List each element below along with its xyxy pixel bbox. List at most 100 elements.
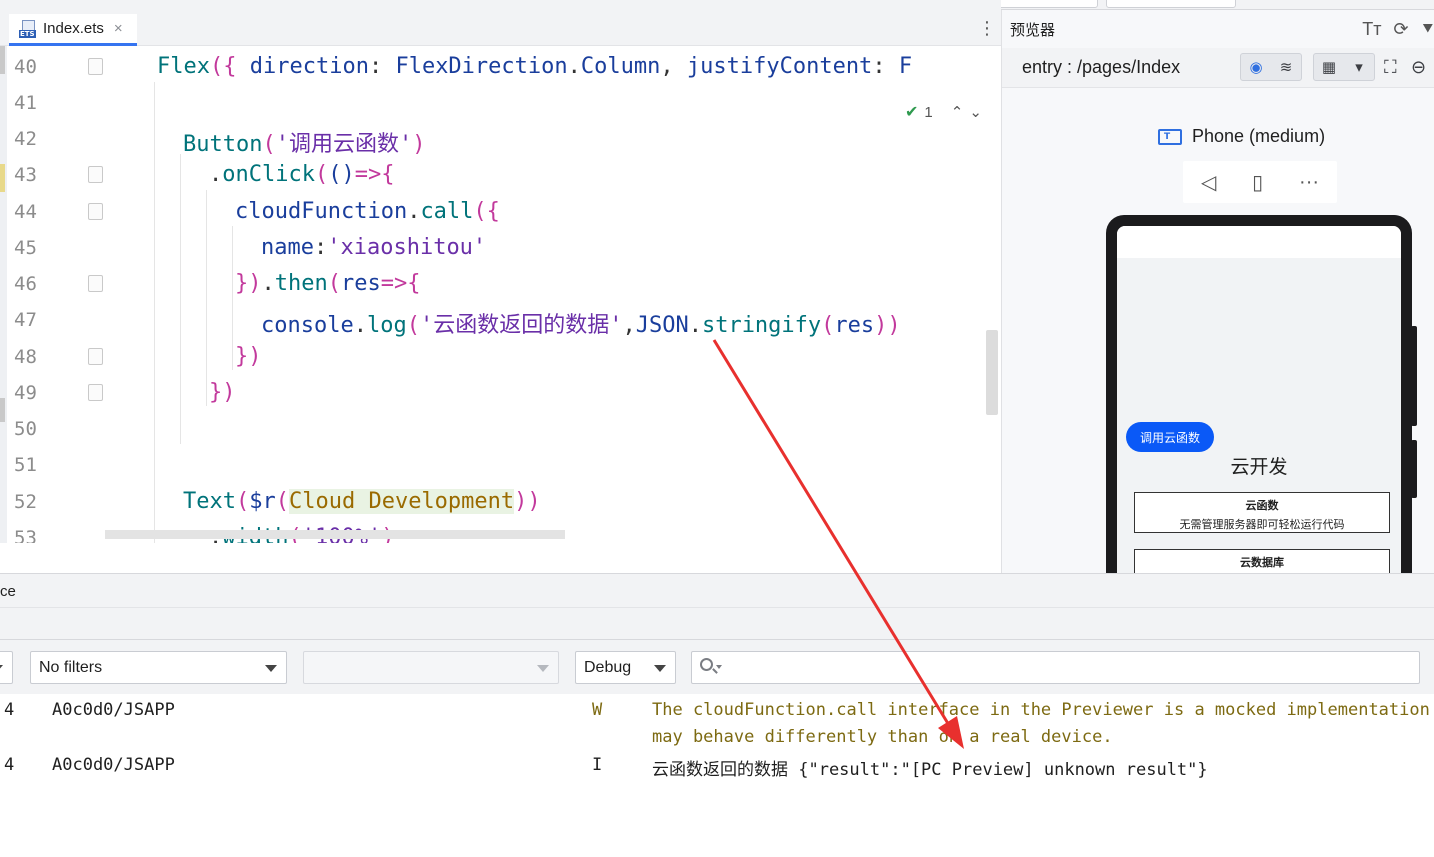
call-cloud-function-button[interactable]: 调用云函数 [1126, 422, 1214, 452]
log-search-input[interactable] [691, 651, 1420, 684]
phone-device-icon: T [1158, 128, 1182, 145]
code-text: Text($r(Cloud Development)) [183, 489, 541, 514]
code-line: 50 [0, 410, 1001, 446]
chevron-down-icon[interactable]: ▾ [1344, 54, 1374, 80]
phone-frame: 调用云函数 云开发 云函数 无需管理服务器即可轻松运行代码 云数据库 [1106, 215, 1412, 573]
device-combo[interactable] [0, 651, 13, 684]
line-number: 44 [14, 201, 37, 223]
code-line: 51 [0, 446, 1001, 482]
code-line: 42 Button('调用云函数') [0, 120, 1001, 157]
code-text: }) [235, 344, 262, 369]
log-filter-bar: No filters Debug [0, 640, 1434, 694]
chevron-down-icon [654, 665, 666, 672]
log-level-value: Debug [584, 658, 632, 676]
tab-index-ets[interactable]: ETS Index.ets × [9, 14, 137, 46]
fold-marker[interactable] [88, 275, 103, 292]
filter-select[interactable]: No filters [30, 651, 287, 684]
feature-title: 云数据库 [1240, 557, 1284, 569]
vertical-scrollbar[interactable] [986, 330, 998, 415]
more-icon[interactable]: ··· [1299, 171, 1319, 194]
fold-marker[interactable] [88, 166, 103, 183]
line-number: 51 [14, 454, 37, 476]
device-controls: ◁ ▯ ··· [1183, 161, 1337, 203]
inspection-widget[interactable]: ✔ 1 ⌃ ⌄ [905, 101, 1001, 123]
line-number: 47 [14, 309, 37, 331]
page-path: entry : /pages/Index [1022, 57, 1181, 77]
process-select [303, 651, 559, 684]
code-line: 44 cloudFunction.call({ [0, 193, 1001, 229]
code-line: 49 }) [0, 374, 1001, 410]
horizontal-scrollbar[interactable] [105, 530, 565, 539]
more-vertical-icon[interactable]: ⋮ [978, 18, 996, 39]
code-line: 40 Flex({ direction: FlexDirection.Colum… [0, 48, 1001, 84]
fold-marker[interactable] [88, 348, 103, 365]
tab-label: Index.ets [43, 20, 104, 37]
fold-marker[interactable] [88, 384, 103, 401]
previewer-panel: 预览器 Tт ⟳ ⯆ entry : /pages/Index ◉ ≋ ▦ ▾ … [1001, 10, 1434, 573]
check-icon: ✔ [905, 104, 919, 121]
previewer-header: 预览器 Tт ⟳ ⯆ [1002, 10, 1434, 48]
zoom-out-icon[interactable]: ⊖ [1411, 57, 1426, 78]
device-selector-chip[interactable] [1106, 0, 1236, 8]
code-text: }).then(res=>{ [235, 271, 421, 296]
refresh-icon[interactable]: ⟳ [1394, 19, 1409, 40]
line-number: 40 [14, 56, 37, 78]
fit-screen-icon[interactable]: ⛶ [1384, 57, 1397, 78]
pin-icon[interactable]: ⯆ [1421, 19, 1434, 40]
chevron-down-icon [537, 665, 549, 672]
grid-icon[interactable]: ▦ [1314, 54, 1344, 80]
app-title: 云开发 [1230, 457, 1288, 478]
chevron-down-icon[interactable]: ⌄ [969, 103, 982, 121]
filter-value: No filters [39, 658, 103, 676]
inspector-icon[interactable]: ◉ [1241, 54, 1271, 80]
previewer-title: 预览器 [1010, 21, 1056, 39]
log-pid: 4 [4, 700, 15, 720]
feature-title: 云函数 [1245, 500, 1279, 512]
back-icon[interactable]: ◁ [1201, 170, 1216, 195]
previewer-toolbar: entry : /pages/Index ◉ ≋ ▦ ▾ ⛶ ⊖ [1002, 48, 1434, 88]
device-label: T Phone (medium) [1158, 126, 1325, 147]
log-output[interactable]: 4 A0c0d0/JSAPP W The cloudFunction.call … [0, 694, 1434, 857]
phone-side-button [1411, 440, 1417, 498]
close-icon[interactable]: × [114, 20, 123, 37]
search-history-caret-icon[interactable] [716, 665, 722, 669]
code-line: 45 name:'xiaoshitou' [0, 229, 1001, 265]
fold-marker[interactable] [88, 203, 103, 220]
multi-device-group: ▦ ▾ [1313, 53, 1375, 81]
chevron-down-icon [265, 665, 277, 672]
line-number: 41 [14, 92, 37, 114]
code-text: Button('调用云函数') [183, 132, 426, 157]
log-message: 云函数返回的数据 {"result":"[PC Preview] unknown… [652, 760, 1208, 780]
font-size-icon[interactable]: Tт [1362, 19, 1381, 40]
feature-card-cloud-database[interactable]: 云数据库 [1134, 549, 1390, 573]
line-number: 49 [14, 382, 37, 404]
fold-marker[interactable] [88, 58, 103, 75]
search-icon [700, 658, 713, 671]
rotate-icon[interactable]: ▯ [1252, 170, 1263, 195]
code-line: 43 .onClick(()=>{ [0, 156, 1001, 192]
code-editor[interactable]: 40 Flex({ direction: FlexDirection.Colum… [0, 46, 1001, 543]
log-tag: A0c0d0/JSAPP [52, 700, 175, 720]
layers-icon[interactable]: ≋ [1271, 54, 1301, 80]
code-text: Flex({ direction: FlexDirection.Column, … [157, 54, 913, 79]
log-level-select[interactable]: Debug [575, 651, 676, 684]
editor-tab-bar: ETS Index.ets × ⋮ [0, 0, 1001, 46]
line-number: 42 [14, 128, 37, 150]
code-text: }) [209, 380, 236, 405]
phone-side-button [1411, 326, 1417, 426]
feature-desc: 无需管理服务器即可轻松运行代码 [1179, 519, 1345, 531]
log-panel-subheader [0, 607, 1434, 640]
line-number: 52 [14, 491, 37, 513]
log-message: The cloudFunction.call interface in the … [652, 700, 1434, 720]
feature-card-cloud-function[interactable]: 云函数 无需管理服务器即可轻松运行代码 [1134, 492, 1390, 533]
log-level: W [592, 700, 603, 720]
code-line: 48 }) [0, 338, 1001, 374]
device-name: Phone (medium) [1192, 126, 1326, 146]
line-number: 53 [14, 527, 37, 543]
line-number: 48 [14, 346, 37, 368]
log-level: I [592, 755, 603, 775]
code-line: 47 console.log('云函数返回的数据',JSON.stringify… [0, 301, 1001, 338]
chevron-up-icon[interactable]: ⌃ [951, 103, 964, 121]
line-number: 45 [14, 237, 37, 259]
code-line: 46 }).then(res=>{ [0, 265, 1001, 301]
